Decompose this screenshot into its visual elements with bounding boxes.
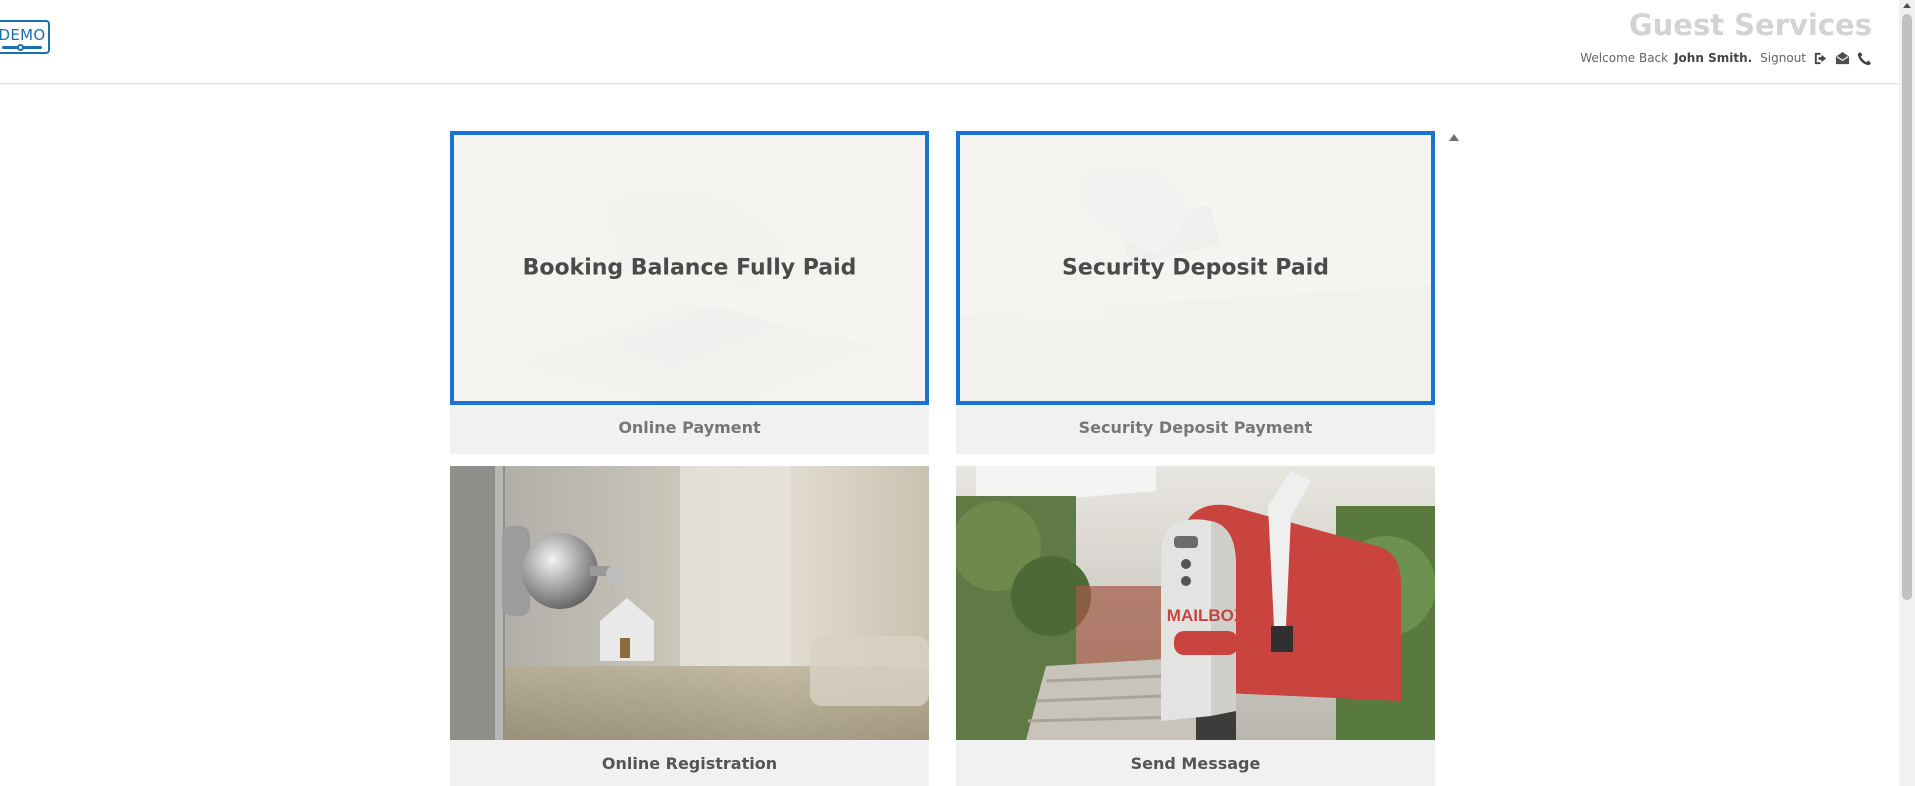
payment-status-text: Booking Balance Fully Paid: [522, 255, 857, 281]
demo-logo[interactable]: DEMO: [0, 20, 50, 54]
signout-icon[interactable]: [1812, 50, 1828, 66]
scroll-up-arrow-icon[interactable]: [1903, 3, 1911, 8]
signout-link[interactable]: Signout: [1760, 51, 1806, 65]
send-message-card[interactable]: MAILBOX Send Message: [956, 466, 1435, 786]
site-title: Guest Services: [1628, 8, 1872, 42]
send-message-image[interactable]: MAILBOX: [956, 466, 1435, 740]
online-registration-label[interactable]: Online Registration: [450, 754, 929, 773]
online-payment-card[interactable]: Booking Balance Fully Paid Online Paymen…: [450, 131, 929, 454]
caret-up-icon[interactable]: [1449, 134, 1459, 141]
mailbox-lettering: MAILBOX: [1167, 606, 1246, 625]
user-name: John Smith.: [1674, 51, 1753, 65]
logo-text: DEMO: [0, 26, 46, 44]
deposit-status-text: Security Deposit Paid: [1062, 255, 1329, 281]
service-grid: Booking Balance Fully Paid Online Paymen…: [450, 131, 1459, 786]
envelope-icon[interactable]: [1834, 50, 1850, 66]
online-payment-label[interactable]: Online Payment: [450, 418, 929, 437]
scroll-thumb[interactable]: [1902, 14, 1912, 600]
welcome-text: Welcome Back: [1580, 51, 1669, 65]
security-deposit-card[interactable]: Security Deposit Paid Security Deposit P…: [956, 131, 1435, 454]
phone-icon[interactable]: [1856, 50, 1872, 66]
mailbox-photo: MAILBOX: [956, 466, 1435, 740]
online-payment-image[interactable]: Booking Balance Fully Paid: [450, 131, 929, 405]
user-bar: Welcome Back John Smith. Signout: [1580, 50, 1872, 66]
page-scrollbar[interactable]: [1899, 0, 1915, 786]
online-registration-card[interactable]: Online Registration: [450, 466, 929, 786]
page-header: DEMO Guest Services Welcome Back John Sm…: [0, 0, 1899, 84]
security-deposit-image[interactable]: Security Deposit Paid: [956, 131, 1435, 405]
door-key-photo: [450, 466, 929, 740]
online-registration-image[interactable]: [450, 466, 929, 740]
security-deposit-label[interactable]: Security Deposit Payment: [956, 418, 1435, 437]
send-message-label[interactable]: Send Message: [956, 754, 1435, 773]
